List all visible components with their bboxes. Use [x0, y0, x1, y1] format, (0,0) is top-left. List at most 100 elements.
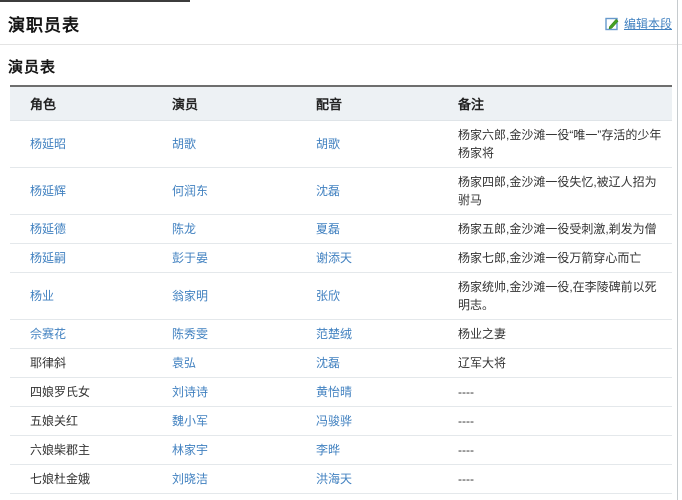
role-text: 耶律斜: [30, 356, 66, 370]
actor-cell: 林家宇: [152, 436, 296, 465]
role-cell: 六娘柴郡主: [10, 436, 152, 465]
actor-cell: 翁家明: [152, 273, 296, 320]
note-text: 杨家四郎,金沙滩一役失忆,被辽人招为驸马: [458, 175, 657, 207]
voice-link[interactable]: 夏磊: [316, 222, 340, 236]
voice-link[interactable]: 谢添天: [316, 251, 352, 265]
actor-cell: 刘诗诗: [152, 378, 296, 407]
role-cell: 杨延嗣: [10, 244, 152, 273]
voice-link[interactable]: 沈磊: [316, 184, 340, 198]
actor-link[interactable]: 彭于晏: [172, 251, 208, 265]
note-text: 杨家七郎,金沙滩一役万箭穿心而亡: [458, 251, 641, 265]
cast-row: 杨延昭 胡歌 胡歌 杨家六郎,金沙滩一役“唯一”存活的少年杨家将: [10, 121, 672, 168]
note-cell: 辽军大将: [438, 349, 672, 378]
role-link[interactable]: 杨延昭: [30, 137, 66, 151]
actor-link[interactable]: 翁家明: [172, 289, 208, 303]
note-cell: ----: [438, 465, 672, 494]
cast-row: 杨延嗣 彭于晏 谢添天 杨家七郎,金沙滩一役万箭穿心而亡: [10, 244, 672, 273]
edit-pencil-icon: [605, 16, 620, 31]
role-link[interactable]: 杨延德: [30, 222, 66, 236]
section-divider: [0, 44, 682, 45]
actor-link[interactable]: 林家宇: [172, 443, 208, 457]
voice-cell: 谢添天: [296, 244, 438, 273]
voice-link[interactable]: 沈磊: [316, 356, 340, 370]
voice-link[interactable]: 张欣: [316, 289, 340, 303]
role-cell: 杨延德: [10, 215, 152, 244]
note-cell: ----: [438, 436, 672, 465]
role-link[interactable]: 佘赛花: [30, 327, 66, 341]
actor-cell: 陈龙: [152, 215, 296, 244]
note-text: 辽军大将: [458, 356, 506, 370]
role-cell: 佘赛花: [10, 320, 152, 349]
voice-cell: 李晔: [296, 436, 438, 465]
voice-cell: 沈磊: [296, 349, 438, 378]
role-cell: 耶律斜: [10, 349, 152, 378]
voice-link[interactable]: 胡歌: [316, 137, 340, 151]
voice-cell: 沈磊: [296, 168, 438, 215]
actor-link[interactable]: 袁弘: [172, 356, 196, 370]
role-cell: 杨业: [10, 273, 152, 320]
voice-cell: 黄怡晴: [296, 378, 438, 407]
actor-link[interactable]: 陈龙: [172, 222, 196, 236]
actor-link[interactable]: 何润东: [172, 184, 208, 198]
note-cell: 杨业之妻: [438, 320, 672, 349]
note-cell: ----: [438, 407, 672, 436]
note-cell: 杨家五郎,金沙滩一役受刺激,剃发为僧: [438, 215, 672, 244]
top-tab-underline: [0, 0, 190, 2]
voice-cell: 冯骏骅: [296, 407, 438, 436]
voice-link[interactable]: 李晔: [316, 443, 340, 457]
cast-row: 七娘杜金娥 刘晓洁 洪海天 ----: [10, 465, 672, 494]
role-text: 四娘罗氏女: [30, 385, 90, 399]
note-text: 杨业之妻: [458, 327, 506, 341]
role-link[interactable]: 杨延嗣: [30, 251, 66, 265]
voice-cell: 范楚绒: [296, 320, 438, 349]
table-header-row: 角色 演员 配音 备注: [10, 86, 672, 121]
cast-row: 佘赛花 陈秀雯 范楚绒 杨业之妻: [10, 320, 672, 349]
note-text: 杨家五郎,金沙滩一役受刺激,剃发为僧: [458, 222, 657, 236]
actor-cell: 陈秀雯: [152, 320, 296, 349]
role-cell: 四娘罗氏女: [10, 378, 152, 407]
voice-link[interactable]: 黄怡晴: [316, 385, 352, 399]
actor-link[interactable]: 魏小军: [172, 414, 208, 428]
role-cell: 七娘杜金娥: [10, 465, 152, 494]
actor-cell: 胡歌: [152, 121, 296, 168]
cast-row: 耶律斜 袁弘 沈磊 辽军大将: [10, 349, 672, 378]
note-text: ----: [458, 443, 474, 457]
note-cell: 杨家七郎,金沙滩一役万箭穿心而亡: [438, 244, 672, 273]
voice-link[interactable]: 冯骏骅: [316, 414, 352, 428]
voice-link[interactable]: 范楚绒: [316, 327, 352, 341]
voice-cell: 夏磊: [296, 215, 438, 244]
section-header: 演职员表 编辑本段: [0, 0, 682, 43]
actor-cell: 何润东: [152, 168, 296, 215]
actor-cell: 彭于晏: [152, 244, 296, 273]
actor-cell: 魏小军: [152, 407, 296, 436]
note-cell: ----: [438, 378, 672, 407]
role-text: 七娘杜金娥: [30, 472, 90, 486]
note-text: 杨家六郎,金沙滩一役“唯一”存活的少年杨家将: [458, 128, 661, 160]
role-link[interactable]: 杨延辉: [30, 184, 66, 198]
cast-row: 杨延辉 何润东 沈磊 杨家四郎,金沙滩一役失忆,被辽人招为驸马: [10, 168, 672, 215]
note-text: ----: [458, 385, 474, 399]
actor-link[interactable]: 刘晓洁: [172, 472, 208, 486]
cast-table: 角色 演员 配音 备注 杨延昭 胡歌 胡歌 杨家六郎,金沙滩一役“唯一”存活的少年杨家…: [10, 85, 672, 494]
voice-cell: 胡歌: [296, 121, 438, 168]
column-header-note: 备注: [438, 86, 672, 121]
role-text: 六娘柴郡主: [30, 443, 90, 457]
role-link[interactable]: 杨业: [30, 289, 54, 303]
note-text: ----: [458, 414, 474, 428]
voice-cell: 张欣: [296, 273, 438, 320]
column-header-role: 角色: [10, 86, 152, 121]
actor-link[interactable]: 刘诗诗: [172, 385, 208, 399]
note-text: 杨家统帅,金沙滩一役,在李陵碑前以死明志。: [458, 280, 657, 312]
note-cell: 杨家统帅,金沙滩一役,在李陵碑前以死明志。: [438, 273, 672, 320]
actor-link[interactable]: 陈秀雯: [172, 327, 208, 341]
actor-link[interactable]: 胡歌: [172, 137, 196, 151]
edit-section-link[interactable]: 编辑本段: [605, 15, 672, 32]
column-header-voice: 配音: [296, 86, 438, 121]
role-cell: 五娘关红: [10, 407, 152, 436]
section-title: 演职员表: [8, 11, 80, 36]
cast-row: 五娘关红 魏小军 冯骏骅 ----: [10, 407, 672, 436]
actor-cell: 刘晓洁: [152, 465, 296, 494]
note-cell: 杨家六郎,金沙滩一役“唯一”存活的少年杨家将: [438, 121, 672, 168]
voice-link[interactable]: 洪海天: [316, 472, 352, 486]
subsection-title: 演员表: [8, 56, 674, 77]
